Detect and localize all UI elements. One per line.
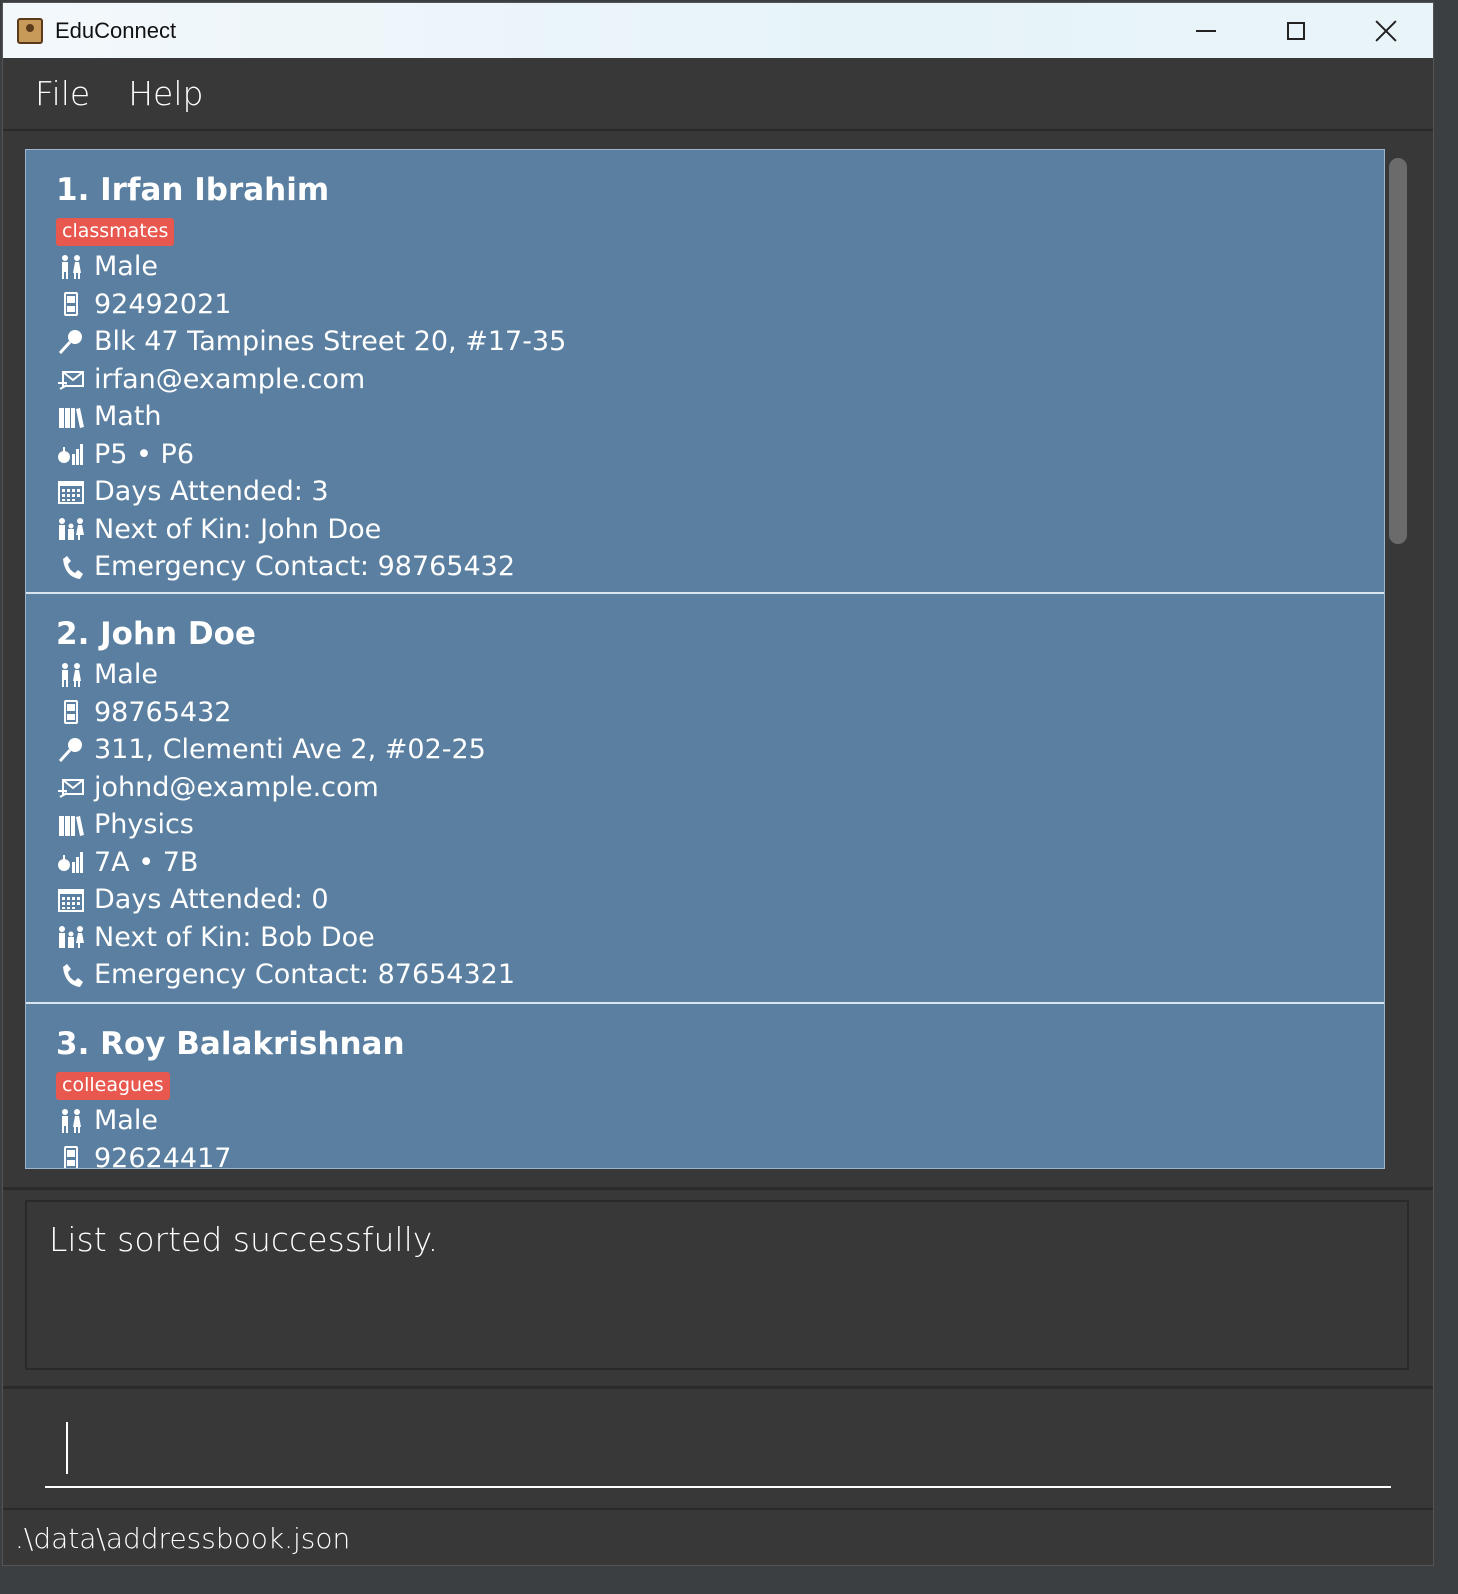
address-pin-icon: [56, 735, 86, 765]
books-icon: [56, 810, 86, 840]
classes-icon: [56, 847, 86, 877]
emergency-contact: Emergency Contact: 98765432: [94, 551, 516, 583]
close-button[interactable]: [1341, 3, 1431, 58]
next-of-kin: Next of Kin: Bob Doe: [94, 921, 375, 953]
days-attended: Days Attended: 0: [94, 884, 329, 916]
phone-row: 92624417: [56, 1140, 1384, 1169]
email-value: irfan@example.com: [94, 363, 366, 395]
minimize-button[interactable]: [1161, 3, 1251, 58]
menu-help[interactable]: Help: [128, 74, 203, 113]
address-row: 311, Clementi Ave 2, #02-25: [56, 731, 1384, 769]
next-of-kin: Next of Kin: John Doe: [94, 513, 382, 545]
gender-icon: [56, 1106, 86, 1136]
command-input[interactable]: [45, 1408, 1391, 1488]
email-value: johnd@example.com: [94, 771, 379, 803]
books-icon: [56, 402, 86, 432]
person-card[interactable]: 1. Irfan Ibrahim classmates Male 9249202…: [26, 150, 1384, 594]
emergency-row: Emergency Contact: 87654321: [56, 956, 1384, 994]
days-attended: Days Attended: 3: [94, 476, 329, 508]
close-icon: [1375, 20, 1397, 42]
phone-icon: [56, 1143, 86, 1168]
gender-row: Male: [56, 248, 1384, 286]
window-title: EduConnect: [55, 17, 177, 43]
minimize-icon: [1196, 29, 1216, 32]
divider: [3, 1386, 1433, 1389]
result-message: List sorted successfully.: [49, 1220, 439, 1259]
classes-icon: [56, 439, 86, 469]
email-row: irfan@example.com: [56, 361, 1384, 399]
gender-icon: [56, 252, 86, 282]
menu-file[interactable]: File: [35, 74, 90, 113]
telephone-icon: [56, 552, 86, 582]
person-card[interactable]: 2. John Doe Male 98765432 311, Clementi …: [26, 594, 1384, 1004]
telephone-icon: [56, 960, 86, 990]
phone-row: 98765432: [56, 694, 1384, 732]
menu-bar: File Help: [3, 58, 1433, 131]
family-icon: [56, 922, 86, 952]
email-icon: [56, 364, 86, 394]
calendar-icon: [56, 885, 86, 915]
scrollbar-thumb[interactable]: [1389, 158, 1407, 544]
status-bar: .\data\addressbook.json: [3, 1508, 1433, 1565]
save-location: .\data\addressbook.json: [15, 1522, 351, 1555]
list-scrollbar[interactable]: [1385, 153, 1411, 1167]
gender-row: Male: [56, 1102, 1384, 1140]
days-row: Days Attended: 0: [56, 881, 1384, 919]
person-list[interactable]: 1. Irfan Ibrahim classmates Male 9249202…: [25, 149, 1385, 1169]
address-pin-icon: [56, 327, 86, 357]
subject-row: Math: [56, 398, 1384, 436]
email-icon: [56, 772, 86, 802]
email-row: johnd@example.com: [56, 769, 1384, 807]
address-row: Blk 47 Tampines Street 20, #17-35: [56, 323, 1384, 361]
calendar-icon: [56, 477, 86, 507]
phone-value: 98765432: [94, 696, 232, 728]
gender-value: Male: [94, 659, 158, 691]
divider: [3, 1187, 1433, 1190]
phone-icon: [56, 289, 86, 319]
classes-row: 7A • 7B: [56, 844, 1384, 882]
nok-row: Next of Kin: John Doe: [56, 511, 1384, 549]
days-row: Days Attended: 3: [56, 473, 1384, 511]
family-icon: [56, 514, 86, 544]
title-bar[interactable]: EduConnect: [3, 3, 1433, 58]
app-logo-icon: [17, 17, 43, 44]
phone-row: 92492021: [56, 286, 1384, 324]
maximize-button[interactable]: [1251, 3, 1341, 58]
subject-value: Physics: [94, 809, 194, 841]
address-value: Blk 47 Tampines Street 20, #17-35: [94, 326, 567, 358]
emergency-contact: Emergency Contact: 87654321: [94, 959, 516, 991]
person-name: 2. John Doe: [56, 616, 256, 652]
emergency-row: Emergency Contact: 98765432: [56, 548, 1384, 586]
text-caret: [66, 1422, 68, 1474]
gender-value: Male: [94, 251, 158, 283]
gender-value: Male: [94, 1105, 158, 1137]
phone-value: 92492021: [94, 288, 232, 320]
classes-row: P5 • P6: [56, 436, 1384, 474]
app-window: EduConnect File Help 1. Irfan Ibrahim cl…: [2, 2, 1434, 1566]
gender-icon: [56, 660, 86, 690]
phone-value: 92624417: [94, 1142, 232, 1169]
subject-row: Physics: [56, 806, 1384, 844]
subject-value: Math: [94, 401, 162, 433]
gender-row: Male: [56, 656, 1384, 694]
tag-badge: colleagues: [56, 1072, 170, 1100]
tag-badge: classmates: [56, 218, 175, 246]
maximize-icon: [1287, 21, 1305, 40]
nok-row: Next of Kin: Bob Doe: [56, 919, 1384, 957]
person-name: 1. Irfan Ibrahim: [56, 172, 330, 208]
person-name: 3. Roy Balakrishnan: [56, 1026, 405, 1062]
classes-value: P5 • P6: [94, 438, 195, 470]
address-value: 311, Clementi Ave 2, #02-25: [94, 734, 486, 766]
person-card[interactable]: 3. Roy Balakrishnan colleagues Male 9262…: [26, 1004, 1384, 1169]
result-display: List sorted successfully.: [25, 1200, 1409, 1370]
phone-icon: [56, 697, 86, 727]
classes-value: 7A • 7B: [94, 846, 199, 878]
